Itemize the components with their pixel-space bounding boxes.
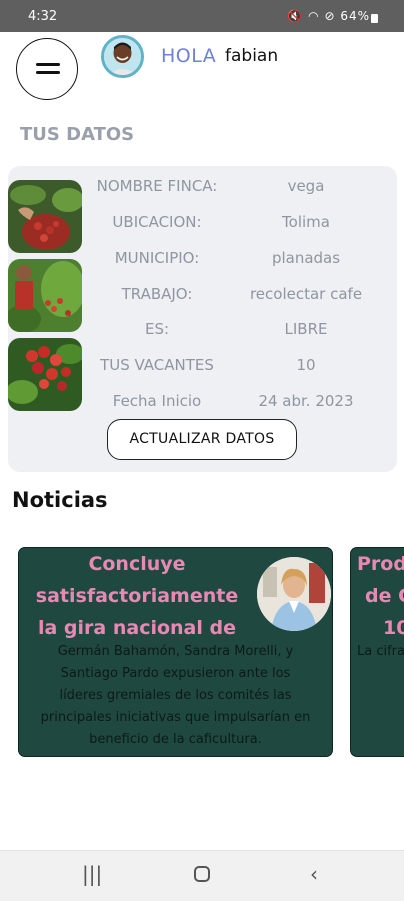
coffee-picking-image [8,180,82,253]
value-trabajo: recolectar cafe [249,285,363,303]
news-card[interactable]: Prod de C 10 La cifra [350,547,404,757]
status-time: 4:32 [28,9,58,24]
menu-icon [36,63,60,66]
wifi-icon: ◠ [308,9,320,23]
news-summary: Germán Bahamón, Sandra Morelli, y Santia… [40,644,311,747]
news-section-title: Noticias [12,488,108,512]
recents-icon[interactable]: ||| [82,862,102,886]
coffee-cherries-image [8,338,82,411]
value-tus-vacantes: 10 [296,356,316,374]
back-icon[interactable]: ‹ [310,862,318,886]
news-photo [257,557,331,631]
home-icon[interactable] [194,866,210,882]
news-summary: La cifra [357,644,404,659]
label-es: ES: [144,320,170,338]
coffee-farmer-image [8,259,82,332]
value-fecha-inicio: 24 abr. 2023 [258,392,354,410]
battery-level: 64% [340,9,370,23]
status-icons: 🔇 ◠ ⊘ 64% [287,9,370,23]
label-trabajo: TRABAJO: [121,285,193,303]
news-headline: Concluye satisfactoriamente la gira naci… [35,553,239,639]
label-municipio: MUNICIPIO: [114,249,200,267]
label-ubicacion: UBICACION: [112,213,202,231]
mute-icon: 🔇 [287,9,304,23]
user-name: fabian [225,46,279,66]
update-data-button[interactable]: ACTUALIZAR DATOS [107,419,297,460]
value-ubicacion: Tolima [282,213,330,231]
label-nombre-finca: NOMBRE FINCA: [96,177,218,195]
menu-button[interactable] [16,38,78,100]
value-municipio: planadas [271,249,341,267]
news-headline: Prod de C 10 [357,553,404,639]
greeting: HOLA [161,45,217,67]
battery-icon [371,14,378,23]
status-bar: 4:32 🔇 ◠ ⊘ 64% [0,0,404,32]
value-es: LIBRE [284,320,328,338]
label-fecha-inicio: Fecha Inicio [112,392,202,410]
user-photo-icon [104,38,141,75]
value-nombre-finca: vega [287,177,325,195]
label-tus-vacantes: TUS VACANTES [100,356,214,374]
dnd-icon: ⊘ [324,9,336,23]
section-title: TUS DATOS [20,124,135,145]
news-card[interactable]: Concluye satisfactoriamente la gira naci… [18,547,333,757]
avatar[interactable] [101,35,144,78]
